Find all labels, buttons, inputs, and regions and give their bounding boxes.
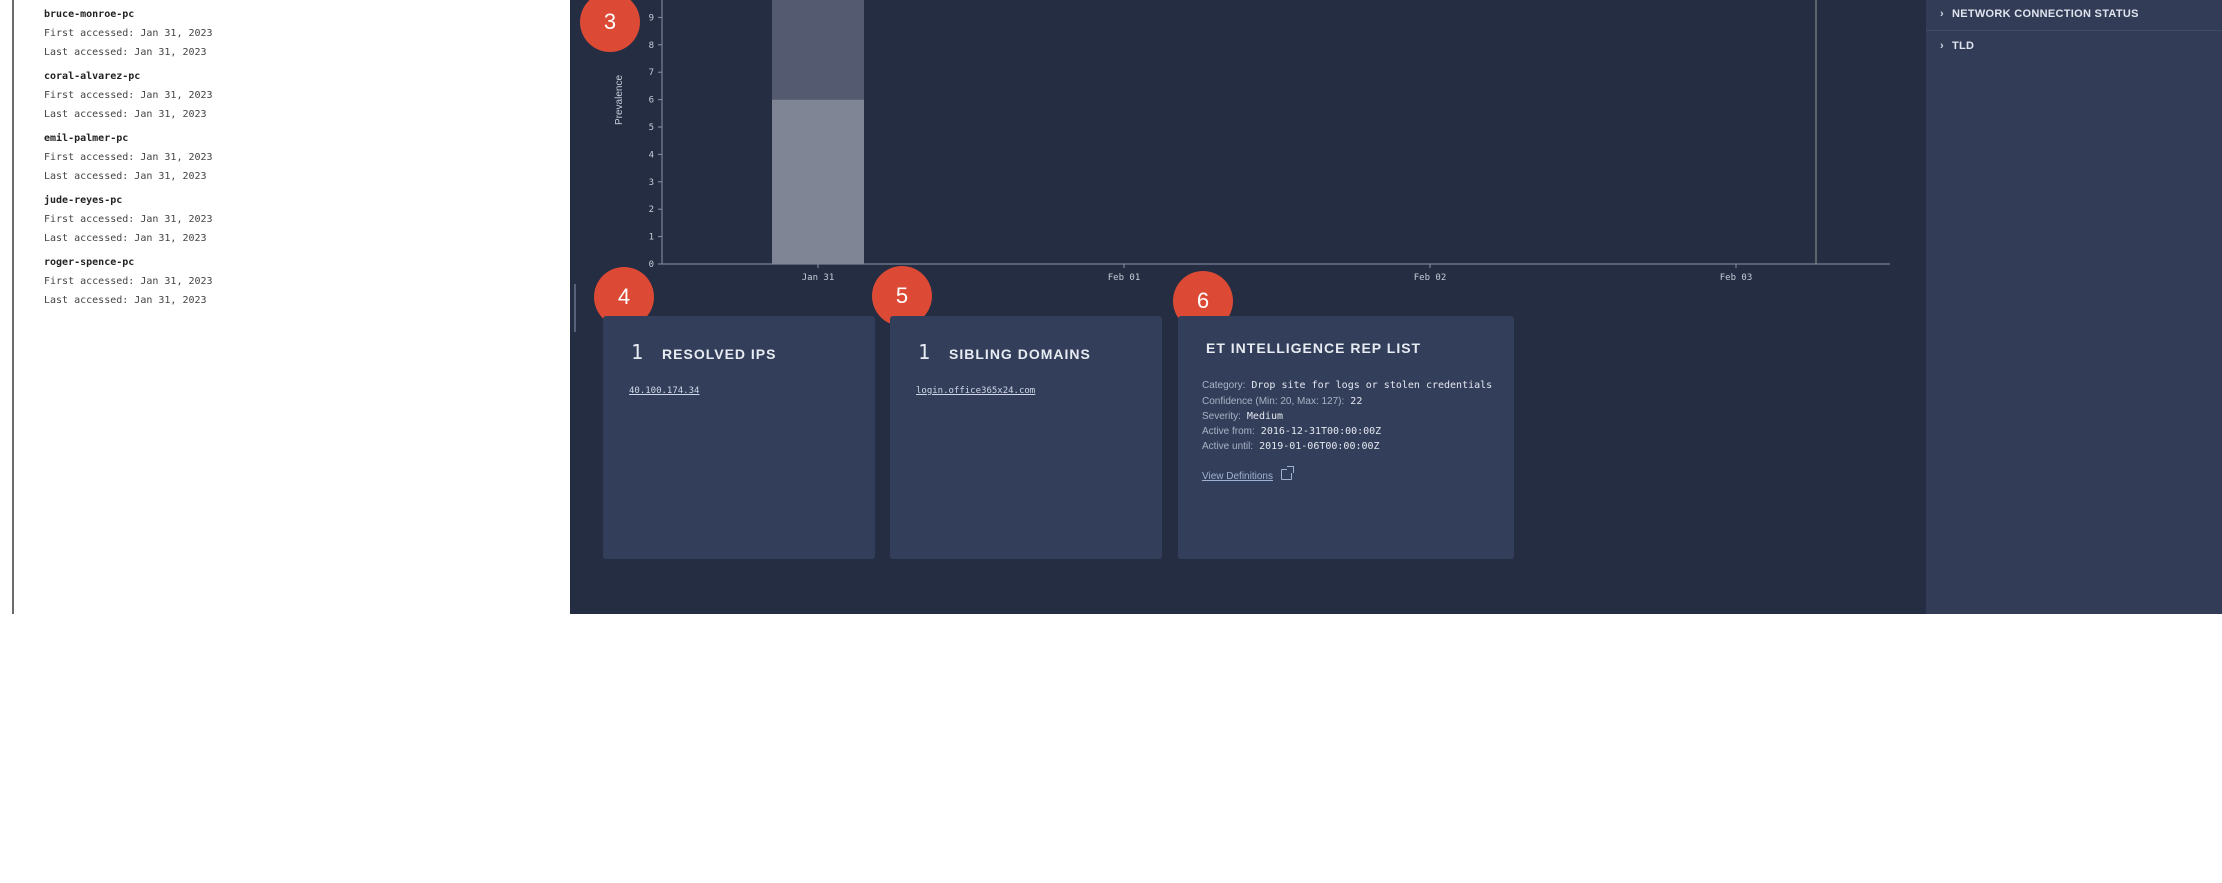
host-item: emil-palmer-pc First accessed: Jan 31, 2… xyxy=(44,130,213,186)
prevalence-chart: 0 1 2 3 4 5 6 7 8 9 Prevalence Jan 31 Feb 01 Feb 02 Fe… xyxy=(614,0,1890,283)
card-title: 1 SIBLING DOMAINS xyxy=(918,340,1091,364)
rep-label: Active until: xyxy=(1202,441,1254,452)
host-item: bruce-monroe-pc First accessed: Jan 31, … xyxy=(44,6,213,62)
card-title: 1 RESOLVED IPS xyxy=(631,340,776,364)
y-tick-label: 1 xyxy=(649,233,654,243)
rep-active-until: Active until: 2019-01-06T00:00:00Z xyxy=(1202,441,1380,452)
host-last-accessed: Last accessed: Jan 31, 2023 xyxy=(44,171,207,182)
resolved-ip-link[interactable]: 40.100.174.34 xyxy=(629,386,699,396)
x-tick-label: Feb 03 xyxy=(1720,273,1753,283)
host-item: coral-alvarez-pc First accessed: Jan 31,… xyxy=(44,68,213,124)
chevron-right-icon: › xyxy=(1940,8,1944,20)
sibling-domains-card: 1 SIBLING DOMAINS login.office365x24.com xyxy=(890,316,1162,559)
external-link-icon xyxy=(1280,466,1294,480)
rep-severity: Severity: Medium xyxy=(1202,411,1283,422)
filter-label: TLD xyxy=(1951,40,1975,52)
y-tick-label: 6 xyxy=(649,96,654,106)
host-first-accessed: First accessed: Jan 31, 2023 xyxy=(44,90,213,101)
filter-sidebar: › NETWORK CONNECTION STATUS › TLD xyxy=(1926,0,2222,614)
y-tick-label: 5 xyxy=(649,123,654,133)
y-tick-label: 4 xyxy=(649,150,654,160)
rep-label: Active from: xyxy=(1202,426,1255,437)
host-name[interactable]: bruce-monroe-pc xyxy=(44,6,213,24)
rep-active-from: Active from: 2016-12-31T00:00:00Z xyxy=(1202,426,1381,437)
panel-border xyxy=(12,0,14,614)
bar xyxy=(772,0,864,100)
filter-tld[interactable]: › TLD xyxy=(1940,40,1974,52)
sibling-domain-link[interactable]: login.office365x24.com xyxy=(916,386,1035,396)
rep-label: Category: xyxy=(1202,380,1246,391)
rep-value: Medium xyxy=(1246,411,1284,422)
bar xyxy=(772,99,864,264)
filter-label: NETWORK CONNECTION STATUS xyxy=(1951,8,2139,20)
rep-category: Category: Drop site for logs or stolen cr… xyxy=(1202,380,1492,391)
host-first-accessed: First accessed: Jan 31, 2023 xyxy=(44,28,213,39)
host-name[interactable]: jude-reyes-pc xyxy=(44,192,213,210)
x-tick-label: Jan 31 xyxy=(802,273,835,283)
host-first-accessed: First accessed: Jan 31, 2023 xyxy=(44,152,213,163)
host-first-accessed: First accessed: Jan 31, 2023 xyxy=(44,276,213,287)
rep-label: Confidence (Min: 20, Max: 127): xyxy=(1202,396,1345,407)
y-axis-label: Prevalence xyxy=(614,75,625,125)
card-title-text: RESOLVED IPS xyxy=(662,346,777,362)
panel-resize-handle[interactable] xyxy=(574,284,576,332)
sibling-domains-count: 1 xyxy=(918,340,932,364)
host-last-accessed: Last accessed: Jan 31, 2023 xyxy=(44,109,207,120)
host-item: roger-spence-pc First accessed: Jan 31, … xyxy=(44,254,213,310)
divider xyxy=(1926,30,2222,31)
x-tick-label: Feb 02 xyxy=(1414,273,1447,283)
resolved-ips-count: 1 xyxy=(631,340,645,364)
host-name[interactable]: coral-alvarez-pc xyxy=(44,68,213,86)
chevron-right-icon: › xyxy=(1940,40,1944,52)
rep-value: 22 xyxy=(1350,396,1363,407)
et-rep-list-card: ET INTELLIGENCE REP LIST Category: Drop s… xyxy=(1178,316,1514,559)
card-title-text: SIBLING DOMAINS xyxy=(949,346,1091,362)
rep-label: Severity: xyxy=(1202,411,1241,422)
y-tick-label: 3 xyxy=(649,178,654,188)
card-title: ET INTELLIGENCE REP LIST xyxy=(1206,340,1422,356)
rep-value: Drop site for logs or stolen credentials xyxy=(1251,380,1493,391)
rep-value: 2019-01-06T00:00:00Z xyxy=(1259,441,1380,452)
y-tick-label: 8 xyxy=(649,41,654,51)
host-first-accessed: First accessed: Jan 31, 2023 xyxy=(44,214,213,225)
host-last-accessed: Last accessed: Jan 31, 2023 xyxy=(44,233,207,244)
rep-value: 2016-12-31T00:00:00Z xyxy=(1260,426,1382,437)
y-tick-label: 9 xyxy=(649,13,654,23)
filter-network-connection-status[interactable]: › NETWORK CONNECTION STATUS xyxy=(1940,8,2139,20)
host-name[interactable]: roger-spence-pc xyxy=(44,254,213,272)
host-last-accessed: Last accessed: Jan 31, 2023 xyxy=(44,47,207,58)
rep-confidence: Confidence (Min: 20, Max: 127): 22 xyxy=(1202,396,1362,407)
y-tick-label: 2 xyxy=(649,205,654,215)
host-item: jude-reyes-pc First accessed: Jan 31, 20… xyxy=(44,192,213,248)
host-last-accessed: Last accessed: Jan 31, 2023 xyxy=(44,295,207,306)
resolved-ips-card: 1 RESOLVED IPS 40.100.174.34 xyxy=(603,316,875,559)
y-tick-label: 7 xyxy=(649,68,654,78)
view-definitions-label: View Definitions xyxy=(1202,471,1273,482)
host-name[interactable]: emil-palmer-pc xyxy=(44,130,213,148)
view-definitions-link[interactable]: View Definitions xyxy=(1202,466,1294,482)
y-tick-label: 0 xyxy=(649,260,654,270)
host-list-panel: bruce-monroe-pc First accessed: Jan 31, … xyxy=(0,0,570,614)
x-tick-label: Feb 01 xyxy=(1108,273,1141,283)
